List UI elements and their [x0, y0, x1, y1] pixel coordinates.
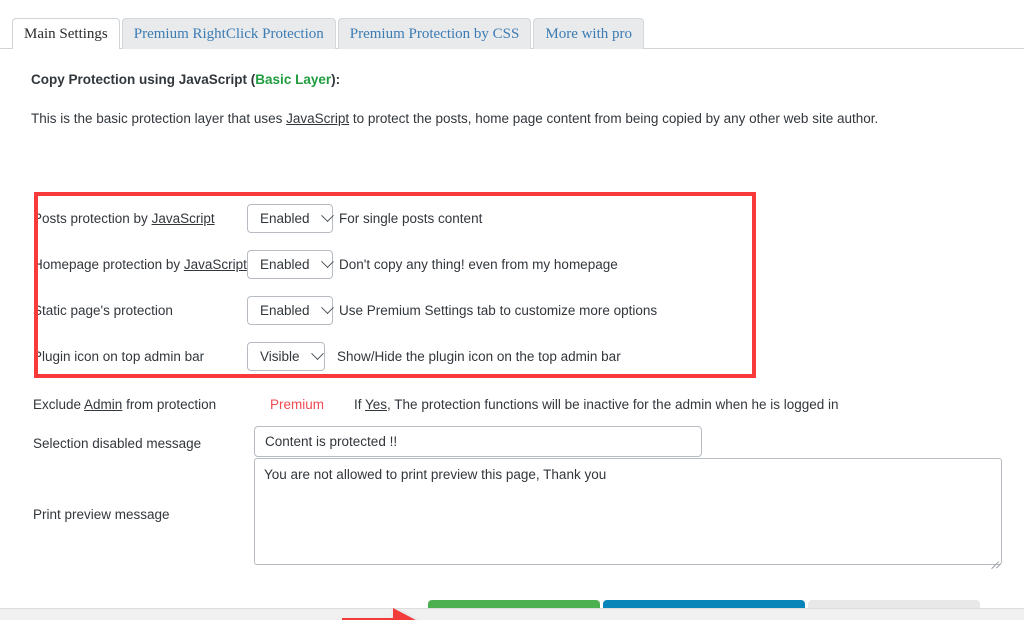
- setting-row-selection-disabled-message: Selection disabled message: [33, 429, 247, 457]
- section-heading: Copy Protection using JavaScript (Basic …: [31, 72, 340, 87]
- label-text-before: Exclude: [33, 396, 85, 412]
- setting-hint: Don't copy any thing! even from my homep…: [339, 256, 618, 272]
- setting-label: Selection disabled message: [33, 435, 202, 451]
- chevron-down-icon: [320, 208, 334, 222]
- chevron-down-icon: [320, 254, 334, 268]
- setting-label: Posts protection by JavaScript: [33, 211, 247, 226]
- setting-row-static-page-protection: Static page's protection Enabled Use Pre…: [33, 295, 658, 325]
- label-text-after: from protection: [122, 396, 217, 412]
- setting-hint: Show/Hide the plugin icon on the top adm…: [337, 348, 621, 364]
- select-value: Enabled: [260, 256, 310, 272]
- setting-label: Static page's protection: [33, 302, 173, 318]
- setting-hint: For single posts content: [339, 210, 483, 226]
- intro-text-before: This is the basic protection layer that …: [31, 111, 287, 126]
- tab-label: Premium Protection by CSS: [349, 25, 520, 42]
- setting-hint: Use Premium Settings tab to customize mo…: [339, 302, 658, 318]
- setting-row-plugin-icon-admin-bar: Plugin icon on top admin bar Visible Sho…: [33, 341, 621, 371]
- tab-label: Main Settings: [24, 25, 108, 42]
- heading-suffix: ):: [331, 72, 341, 87]
- page-footer-strip: [0, 608, 1024, 620]
- heading-prefix: Copy Protection using JavaScript (: [31, 72, 256, 87]
- select-value: Enabled: [260, 302, 310, 318]
- tab-panel-main-settings: Copy Protection using JavaScript (Basic …: [0, 49, 1024, 620]
- setting-row-posts-protection: Posts protection by JavaScript Enabled F…: [33, 203, 483, 233]
- select-value: Enabled: [260, 210, 310, 226]
- tab-label: More with pro: [545, 25, 633, 42]
- select-value: Visible: [260, 348, 300, 364]
- tab-main-settings[interactable]: Main Settings: [12, 18, 120, 49]
- label-text-before: Homepage protection by: [33, 256, 184, 272]
- print-preview-message-field: You are not allowed to print preview thi…: [254, 458, 1002, 570]
- intro-text-after: to protect the posts, home page content …: [349, 111, 879, 126]
- tab-premium-protection-by-css[interactable]: Premium Protection by CSS: [337, 18, 532, 49]
- label-text-before: Posts protection by: [33, 210, 152, 226]
- red-arrow-annotation-icon: [342, 608, 416, 620]
- setting-label: Exclude Admin from protection: [33, 397, 270, 412]
- print-preview-message-textarea[interactable]: You are not allowed to print preview thi…: [254, 458, 1002, 565]
- select-posts-protection[interactable]: Enabled: [247, 203, 334, 233]
- tab-more-with-pro[interactable]: More with pro: [533, 18, 645, 49]
- select-plugin-icon-visibility[interactable]: Visible: [247, 341, 325, 371]
- setting-label: Homepage protection by JavaScript: [33, 257, 247, 272]
- setting-hint: If Yes, The protection functions will be…: [354, 397, 839, 412]
- setting-row-homepage-protection: Homepage protection by JavaScript Enable…: [33, 249, 618, 279]
- heading-highlight-basic-layer: Basic Layer: [255, 72, 332, 87]
- section-description: This is the basic protection layer that …: [31, 111, 878, 126]
- selection-disabled-message-input[interactable]: [254, 426, 702, 457]
- hint-text-after: , The protection functions will be inact…: [387, 396, 839, 412]
- select-static-page-protection[interactable]: Enabled: [247, 295, 334, 325]
- select-homepage-protection[interactable]: Enabled: [247, 249, 334, 279]
- premium-badge: Premium: [270, 396, 325, 412]
- settings-page: Main Settings Premium RightClick Protect…: [0, 0, 1024, 620]
- hint-yes-link[interactable]: Yes: [365, 397, 387, 412]
- chevron-down-icon: [310, 346, 324, 360]
- label-admin-link[interactable]: Admin: [84, 397, 122, 412]
- hint-text-before: If: [354, 396, 366, 412]
- tab-premium-rightclick-protection[interactable]: Premium RightClick Protection: [121, 18, 336, 49]
- setting-label: Plugin icon on top admin bar: [33, 348, 205, 364]
- tab-label: Premium RightClick Protection: [133, 25, 324, 42]
- chevron-down-icon: [320, 300, 334, 314]
- label-javascript-link[interactable]: JavaScript: [184, 257, 247, 272]
- setting-row-exclude-admin: Exclude Admin from protection Premium If…: [33, 390, 839, 418]
- print-preview-message-label: Print preview message: [33, 507, 170, 522]
- label-javascript-link[interactable]: JavaScript: [152, 211, 215, 226]
- tab-bar: Main Settings Premium RightClick Protect…: [0, 0, 1024, 49]
- intro-javascript-link[interactable]: JavaScript: [286, 111, 349, 126]
